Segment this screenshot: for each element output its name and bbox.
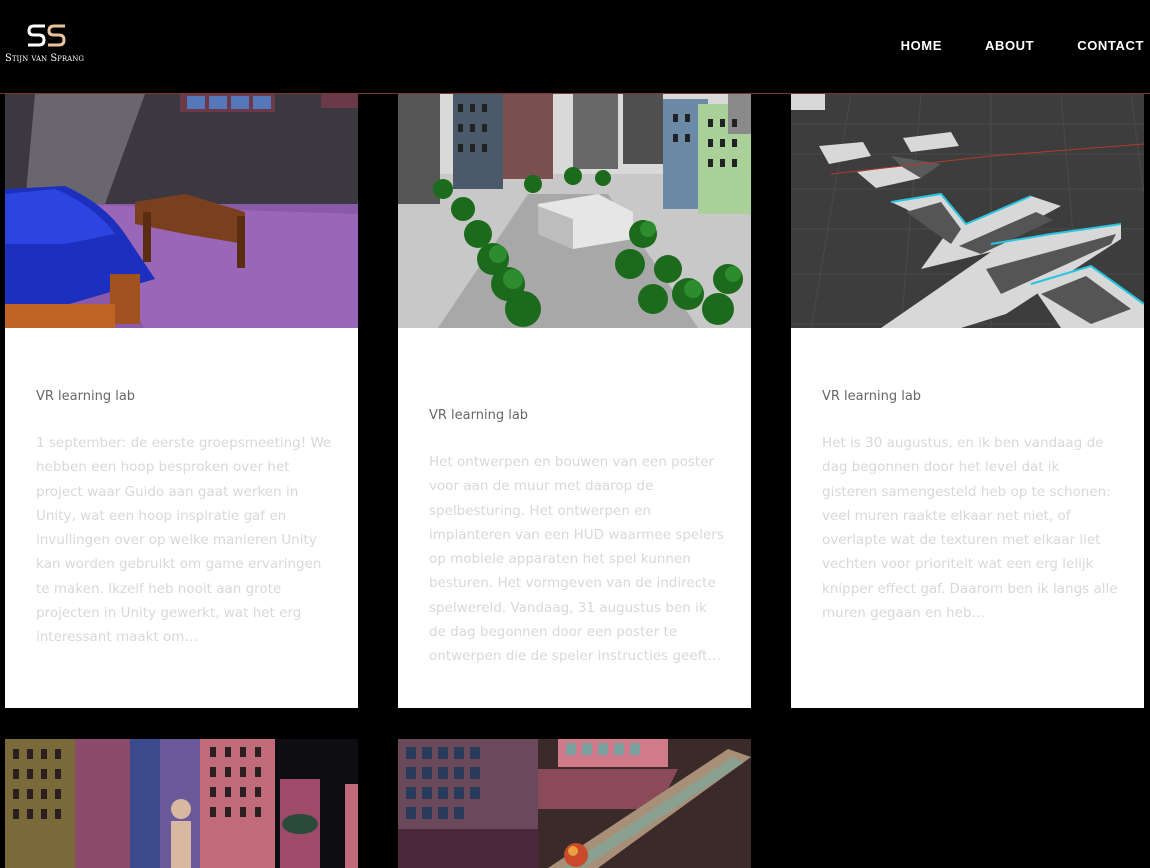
post-excerpt: 1 september: de eerste groepsmeeting! We… (36, 435, 332, 646)
post-card[interactable] (5, 739, 358, 868)
site-header: Stijn van Sprang HOME ABOUT CONTACT (0, 0, 1150, 94)
nav-home[interactable]: HOME (901, 38, 942, 53)
post-excerpt: Het ontwerpen en bouwen van een poster v… (429, 454, 724, 665)
nav-about[interactable]: ABOUT (985, 38, 1034, 53)
post-thumbnail[interactable] (5, 739, 358, 868)
post-card[interactable]: VR learning lab 1 september: de eerste g… (5, 94, 358, 708)
post-category[interactable]: VR learning lab (822, 389, 921, 404)
post-thumbnail[interactable] (398, 739, 751, 868)
main-nav: HOME ABOUT CONTACT (858, 38, 1144, 53)
post-thumbnail[interactable] (791, 94, 1144, 328)
post-card[interactable]: VR learning lab Het is 30 augustus, en i… (791, 94, 1144, 708)
post-card[interactable]: VR learning lab Het ontwerpen en bouwen … (398, 94, 751, 708)
post-card[interactable] (398, 739, 751, 868)
post-category[interactable]: VR learning lab (429, 408, 528, 423)
post-thumbnail[interactable] (398, 94, 751, 328)
logo-mark-icon (27, 24, 66, 47)
site-logo[interactable]: Stijn van Sprang (0, 18, 96, 70)
site-name: Stijn van Sprang (5, 53, 84, 64)
post-category[interactable]: VR learning lab (36, 389, 135, 404)
nav-contact[interactable]: CONTACT (1077, 38, 1144, 53)
post-thumbnail[interactable] (5, 94, 358, 328)
post-excerpt: Het is 30 augustus, en ik ben vandaag de… (822, 435, 1118, 622)
